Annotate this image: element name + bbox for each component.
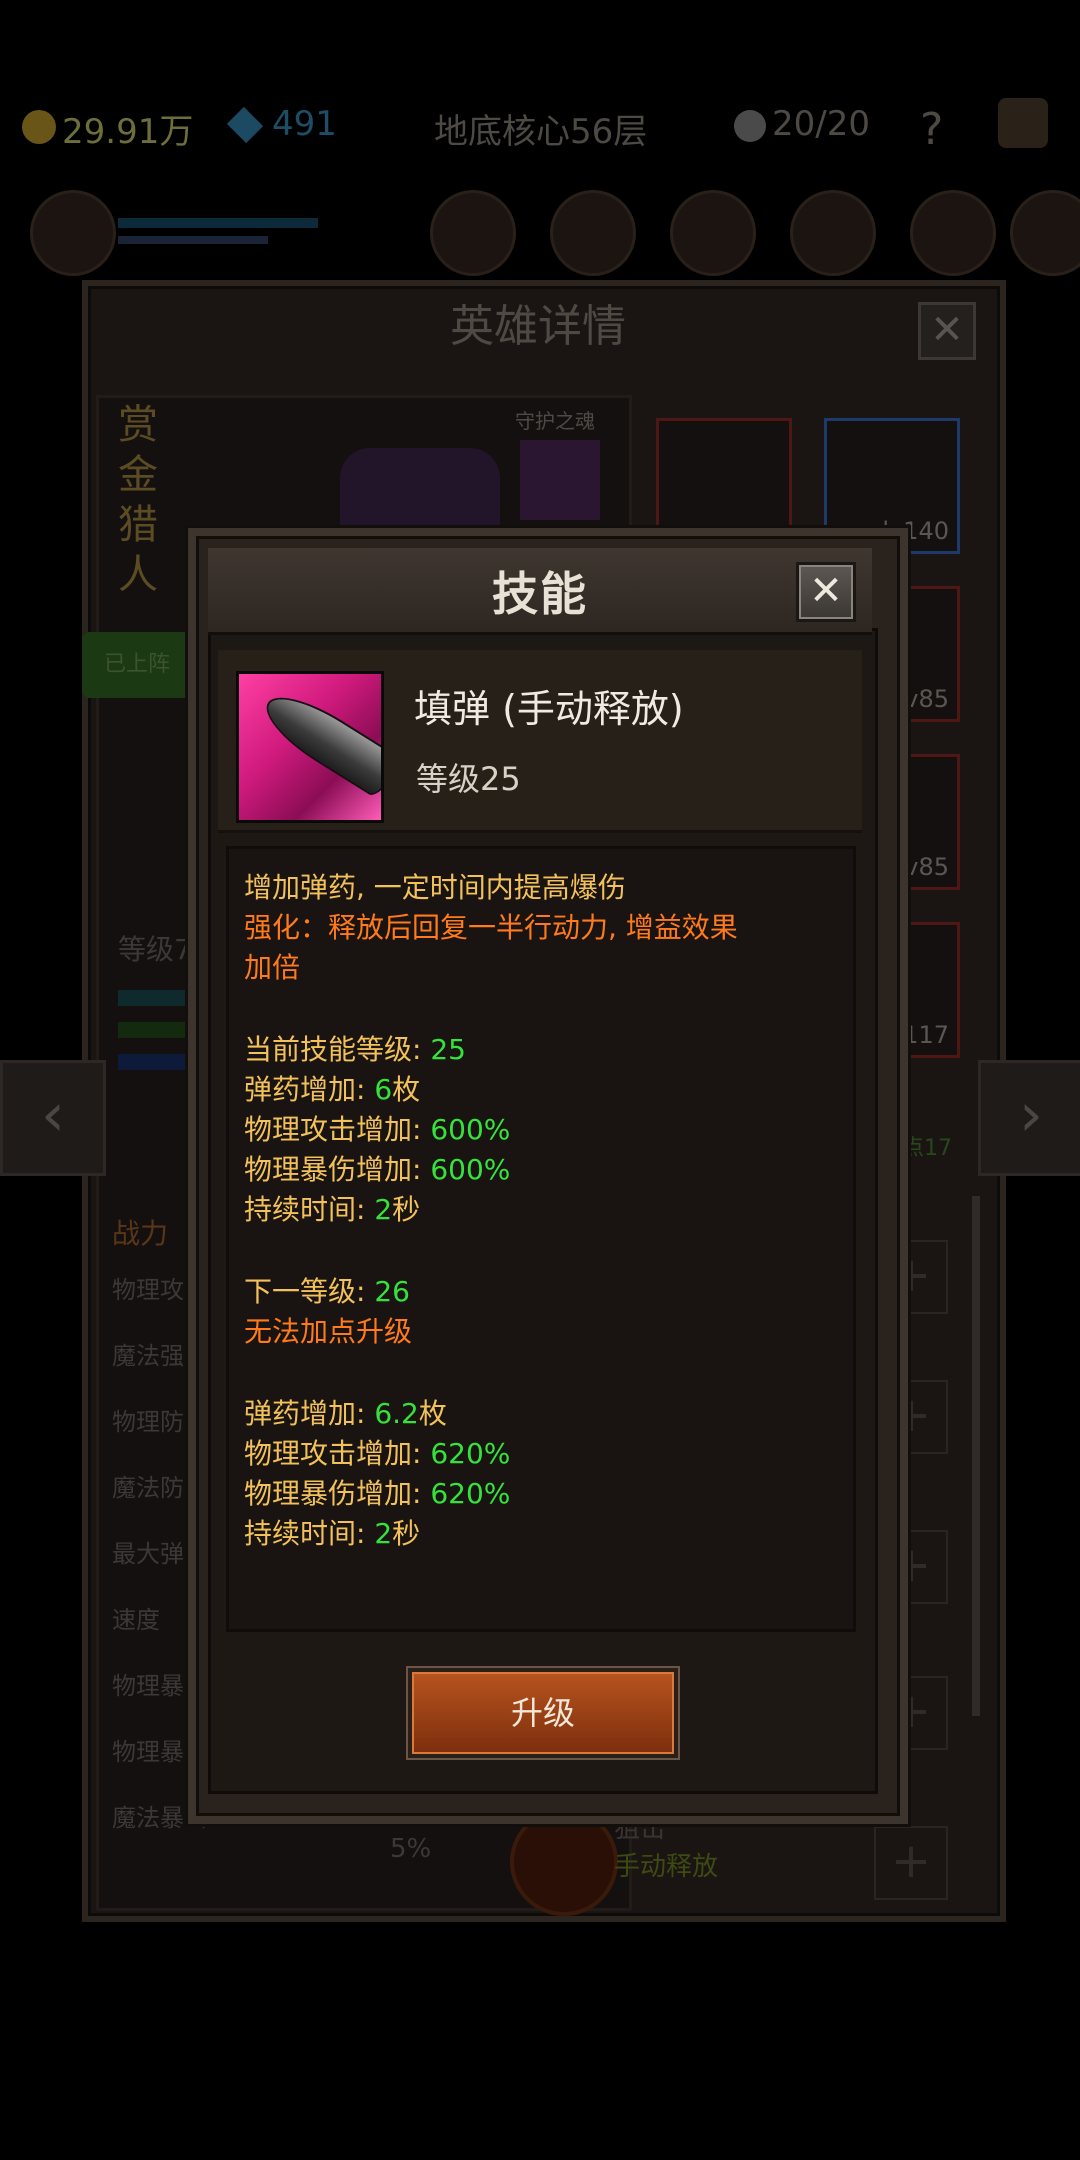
stat-value: 620% — [430, 1437, 511, 1470]
stat-unit: 枚 — [392, 1073, 421, 1106]
stat-value: 2 — [374, 1193, 393, 1226]
stamina-amount: 20/20 — [772, 104, 870, 144]
next-level-row: 下一等级: 26 — [244, 1272, 410, 1312]
hero-portrait[interactable] — [30, 190, 116, 276]
cannot-upgrade-notice: 无法加点升级 — [244, 1315, 413, 1348]
hero-portrait[interactable] — [1010, 190, 1080, 276]
stat-label: 弹药增加: — [244, 1073, 375, 1106]
stat-label: 物理暴伤增加: — [244, 1153, 431, 1186]
skill-name: 填弹 (手动释放) — [414, 687, 684, 731]
hero-portrait[interactable] — [430, 190, 516, 276]
stat-value: 600% — [430, 1153, 511, 1186]
stat-value: 25 — [430, 1033, 466, 1066]
skill-enhance-line: 加倍 — [244, 951, 301, 984]
hero-portrait[interactable] — [910, 190, 996, 276]
settings-icon[interactable] — [998, 98, 1048, 148]
stat-label: 弹药增加: — [244, 1397, 375, 1430]
stat-value: 600% — [430, 1113, 511, 1146]
hero-sprite — [340, 448, 500, 528]
stat-label: 物理暴 — [112, 1738, 184, 1766]
prev-hero-arrow-icon[interactable]: ‹ — [0, 1060, 106, 1176]
scrollbar[interactable] — [972, 1196, 980, 1716]
stat-value: 620% — [430, 1477, 511, 1510]
stage-label: 地底核心56层 — [434, 112, 648, 152]
stat-unit: 秒 — [392, 1517, 421, 1550]
current-phys-crit-row: 物理暴伤增加: 600% — [244, 1150, 510, 1190]
stat-label: 魔法防 — [112, 1474, 184, 1502]
skill-level: 等级25 — [416, 760, 521, 798]
stats-title: 战力 — [112, 1217, 169, 1250]
bg-skill-type: 手动释放 — [614, 1852, 719, 1882]
guardian-soul-label: 守护之魂 — [515, 409, 595, 433]
stat-value: 2 — [374, 1517, 393, 1550]
current-duration-row: 持续时间: 2秒 — [244, 1190, 420, 1230]
next-duration-row: 持续时间: 2秒 — [244, 1514, 420, 1554]
resource-bar: 29.91万 491 地底核心56层 20/20 ? — [0, 90, 1080, 170]
guardian-soul-icon[interactable] — [520, 440, 600, 520]
stat-label: 物理攻击增加: — [244, 1437, 431, 1470]
stat-value: 6 — [374, 1073, 393, 1106]
stat-label: 物理暴伤增加: — [244, 1477, 431, 1510]
gem-icon — [226, 106, 264, 144]
add-skill-point-button[interactable]: + — [874, 1826, 948, 1900]
stat-label: 持续时间: — [244, 1193, 375, 1226]
gem-amount: 491 — [272, 104, 337, 144]
stat-label: 物理防 — [112, 1408, 184, 1436]
hero-detail-title: 英雄详情 — [450, 301, 626, 352]
skill-desc-line: 增加弹药, 一定时间内提高爆伤 — [244, 871, 626, 904]
hero-level: 等级7 — [118, 933, 192, 966]
next-phys-atk-row: 物理攻击增加: 620% — [244, 1434, 510, 1474]
next-phys-crit-row: 物理暴伤增加: 620% — [244, 1474, 510, 1514]
stat-unit: 秒 — [392, 1193, 421, 1226]
hero-portrait-row — [30, 190, 1080, 280]
stat-label: 物理暴 — [112, 1672, 184, 1700]
mp-bar — [118, 236, 268, 244]
current-level-row: 当前技能等级: 25 — [244, 1030, 466, 1070]
next-ammo-row: 弹药增加: 6.2枚 — [244, 1394, 447, 1434]
stat-label: 速度 — [112, 1606, 160, 1634]
stat-label: 物理攻击增加: — [244, 1113, 431, 1146]
deployed-badge: 已上阵 — [82, 632, 192, 698]
stat-label: 当前技能等级: — [244, 1033, 431, 1066]
stat-label: 最大弹 — [112, 1540, 184, 1568]
close-icon[interactable]: ✕ — [796, 562, 856, 622]
stat-label: 持续时间: — [244, 1517, 375, 1550]
skill-enhance-line: 强化：释放后回复一半行动力, 增益效果 — [244, 911, 738, 944]
hero-portrait[interactable] — [670, 190, 756, 276]
current-phys-atk-row: 物理攻击增加: 600% — [244, 1110, 510, 1150]
gold-coin-icon — [22, 110, 56, 144]
hero-portrait[interactable] — [550, 190, 636, 276]
hero-name: 赏金猎人 — [118, 402, 158, 598]
stat-label: 魔法强 — [112, 1342, 184, 1370]
hero-detail-close-button[interactable]: ✕ — [918, 302, 976, 360]
stat-value: 6.2 — [374, 1397, 419, 1430]
snipe-skill-icon[interactable] — [510, 1808, 618, 1916]
gold-amount: 29.91万 — [62, 112, 194, 152]
skill-dialog-title: 技能 — [492, 567, 588, 621]
help-icon[interactable]: ? — [920, 104, 943, 155]
upgrade-button[interactable]: 升级 — [408, 1668, 678, 1758]
bullet-icon — [257, 685, 381, 797]
hero-portrait[interactable] — [790, 190, 876, 276]
stat-value: 26 — [374, 1275, 410, 1308]
bullet-skill-icon — [236, 671, 384, 823]
hp-bar — [118, 218, 318, 228]
magic-crit-value: 5% — [390, 1834, 432, 1864]
skull-icon — [734, 110, 766, 142]
stat-unit: 枚 — [418, 1397, 447, 1430]
current-ammo-row: 弹药增加: 6枚 — [244, 1070, 420, 1110]
next-hero-arrow-icon[interactable]: › — [978, 1060, 1080, 1176]
stat-label: 物理攻 — [112, 1276, 184, 1304]
stat-label: 下一等级: — [244, 1275, 375, 1308]
